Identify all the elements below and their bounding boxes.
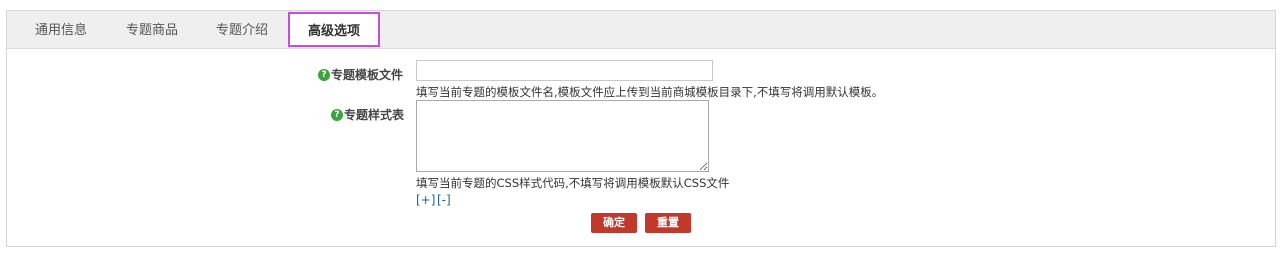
reset-button[interactable]: 重置 xyxy=(645,213,691,233)
stylesheet-label: ? 专题样式表 xyxy=(331,106,404,123)
help-icon[interactable]: ? xyxy=(318,68,330,81)
stylesheet-hint: 填写当前专题的CSS样式代码,不填写将调用模板默认CSS文件 xyxy=(416,176,730,190)
tab-advanced-options[interactable]: 高级选项 xyxy=(288,12,380,47)
help-icon[interactable]: ? xyxy=(331,108,343,121)
expand-textarea-link[interactable]: [+] xyxy=(416,193,435,207)
stylesheet-label-text: 专题样式表 xyxy=(344,108,405,122)
tab-topic-intro[interactable]: 专题介绍 xyxy=(216,11,268,49)
shrink-textarea-link[interactable]: [-] xyxy=(437,193,451,207)
template-file-label: ? 专题模板文件 xyxy=(318,66,403,83)
template-file-label-text: 专题模板文件 xyxy=(331,68,404,82)
tab-bar: 通用信息 专题商品 专题介绍 高级选项 xyxy=(7,11,1275,49)
stylesheet-textarea[interactable] xyxy=(416,100,709,172)
template-file-input[interactable] xyxy=(416,60,713,81)
tab-general-info[interactable]: 通用信息 xyxy=(35,11,87,49)
topic-editor-panel: 通用信息 专题商品 专题介绍 高级选项 ? 专题模板文件 填写当前专题的模板文件… xyxy=(6,10,1276,247)
tab-topic-products[interactable]: 专题商品 xyxy=(126,11,178,49)
template-file-hint: 填写当前专题的模板文件名,模板文件应上传到当前商城模板目录下,不填写将调用默认模… xyxy=(416,85,884,99)
confirm-button[interactable]: 确定 xyxy=(591,213,637,233)
